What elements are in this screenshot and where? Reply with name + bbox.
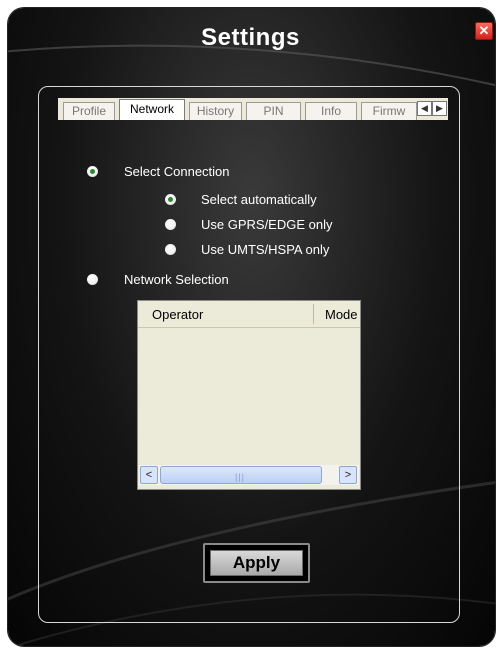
column-operator[interactable]: Operator [152, 307, 203, 322]
gprs-edge-only-label: Use GPRS/EDGE only [201, 217, 333, 232]
umts-hspa-only-label: Use UMTS/HSPA only [201, 242, 330, 257]
scroll-grip-icon: ||| [235, 472, 246, 482]
select-automatically-radio[interactable] [165, 194, 176, 205]
scroll-thumb[interactable]: ||| [160, 466, 322, 484]
umts-hspa-only-radio[interactable] [165, 244, 176, 255]
network-selection-label: Network Selection [124, 272, 229, 287]
tab-scroll-left-icon[interactable]: ◀ [417, 101, 432, 116]
operator-list-header: Operator Mode [138, 301, 360, 328]
column-mode[interactable]: Mode [325, 307, 358, 322]
scroll-right-icon[interactable]: > [339, 466, 357, 484]
close-icon[interactable]: ✕ [475, 22, 493, 40]
gprs-edge-only-radio[interactable] [165, 219, 176, 230]
tab-profile[interactable]: Profile [63, 102, 115, 120]
tab-history[interactable]: History [189, 102, 242, 120]
tab-network[interactable]: Network [119, 99, 185, 120]
tab-scroll-buttons: ◀ ▶ [417, 101, 448, 117]
apply-button-label: Apply [210, 550, 303, 576]
scroll-left-icon[interactable]: < [140, 466, 158, 484]
window-title: Settings [201, 24, 300, 51]
network-selection-radio[interactable] [87, 274, 98, 285]
tab-scroll-right-icon[interactable]: ▶ [432, 101, 447, 116]
tab-strip: Profile Network History PIN Info Firmw ◀… [58, 98, 448, 120]
select-connection-radio[interactable] [87, 166, 98, 177]
tab-firmware[interactable]: Firmw [361, 102, 417, 120]
operator-list[interactable]: Operator Mode < ||| > [137, 300, 361, 490]
apply-button[interactable]: Apply [203, 543, 310, 583]
tab-info[interactable]: Info [305, 102, 357, 120]
select-connection-label: Select Connection [124, 164, 230, 179]
horizontal-scrollbar[interactable]: < ||| > [139, 465, 359, 485]
select-automatically-label: Select automatically [201, 192, 317, 207]
tab-pin[interactable]: PIN [246, 102, 301, 120]
column-separator[interactable] [313, 304, 314, 324]
